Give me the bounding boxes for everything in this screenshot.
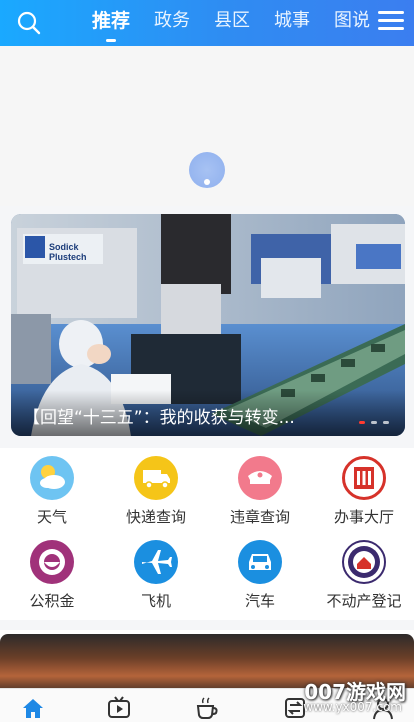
- service-car[interactable]: 汽车: [208, 540, 312, 611]
- carousel-dot[interactable]: [383, 421, 389, 424]
- service-flight[interactable]: 飞机: [104, 540, 208, 611]
- car-icon: [238, 540, 282, 584]
- coffee-cup-icon[interactable]: [194, 695, 220, 721]
- banner-title: 【回望“十三五”：我的收获与转变...: [23, 408, 295, 428]
- weather-icon: [30, 456, 74, 500]
- tab-label: 城事: [274, 10, 311, 31]
- service-label: 办事大厅: [333, 508, 394, 526]
- loading-spinner-icon: [189, 152, 225, 188]
- tab-label: 推荐: [92, 10, 131, 32]
- service-label: 不动产登记: [326, 592, 402, 610]
- tab-counties[interactable]: 县区: [202, 0, 262, 46]
- hamburger-menu-icon[interactable]: [378, 11, 404, 33]
- tab-label: 图说: [334, 10, 370, 31]
- machine-brand-line1: Sodick: [49, 242, 80, 252]
- banner-carousel[interactable]: Sodick Plustech 【回望“十三五”：我的收获与转变...: [11, 214, 405, 436]
- active-tab-indicator: [106, 39, 116, 42]
- service-housing-fund[interactable]: 公积金: [0, 540, 104, 611]
- tab-city-news[interactable]: 城事: [262, 0, 322, 46]
- carousel-indicators: [359, 421, 389, 424]
- tab-photo-stories[interactable]: 图说: [322, 0, 370, 46]
- news-image: [0, 634, 414, 688]
- top-header: 推荐 政务 县区 城事 图说: [0, 0, 414, 46]
- app-screen: 推荐 政务 县区 城事 图说 Sodick Plustech 【回望“十三五”：…: [0, 0, 414, 722]
- exchange-icon[interactable]: [282, 695, 308, 721]
- service-real-estate[interactable]: 不动产登记: [312, 540, 414, 611]
- express-truck-icon: [134, 456, 178, 500]
- tab-recommend[interactable]: 推荐: [80, 0, 142, 46]
- news-feed-preview[interactable]: [0, 630, 414, 688]
- carousel-dot-active[interactable]: [359, 421, 365, 424]
- service-label: 快递查询: [125, 508, 186, 526]
- home-icon[interactable]: [20, 695, 46, 721]
- airplane-icon: [134, 540, 178, 584]
- machine-brand-line2: Plustech: [49, 252, 87, 262]
- service-express[interactable]: 快递查询: [104, 456, 208, 527]
- housing-fund-icon: [30, 540, 74, 584]
- police-cap-icon: [238, 456, 282, 500]
- video-icon[interactable]: [106, 695, 132, 721]
- user-icon[interactable]: [370, 695, 396, 721]
- channel-tabs: 推荐 政务 县区 城事 图说: [80, 0, 370, 46]
- service-hall[interactable]: 办事大厅: [312, 456, 414, 527]
- tab-label: 县区: [214, 10, 251, 31]
- loading-area: [0, 46, 414, 206]
- real-estate-emblem-icon: [342, 540, 386, 584]
- service-hall-emblem-icon: [342, 456, 386, 500]
- bottom-navigation: [0, 688, 414, 722]
- search-icon[interactable]: [16, 10, 42, 36]
- service-grid: 天气 快递查询 违章查询 办事大厅 公积金 飞机 汽车 不动产登记: [0, 448, 414, 620]
- service-label: 公积金: [29, 592, 75, 610]
- service-label: 汽车: [244, 592, 275, 610]
- service-traffic-violation[interactable]: 违章查询: [208, 456, 312, 527]
- service-label: 飞机: [140, 592, 171, 610]
- carousel-dot[interactable]: [371, 421, 377, 424]
- tab-government[interactable]: 政务: [142, 0, 202, 46]
- service-label: 天气: [36, 508, 67, 526]
- service-weather[interactable]: 天气: [0, 456, 104, 527]
- tab-label: 政务: [154, 10, 191, 31]
- service-label: 违章查询: [229, 508, 290, 526]
